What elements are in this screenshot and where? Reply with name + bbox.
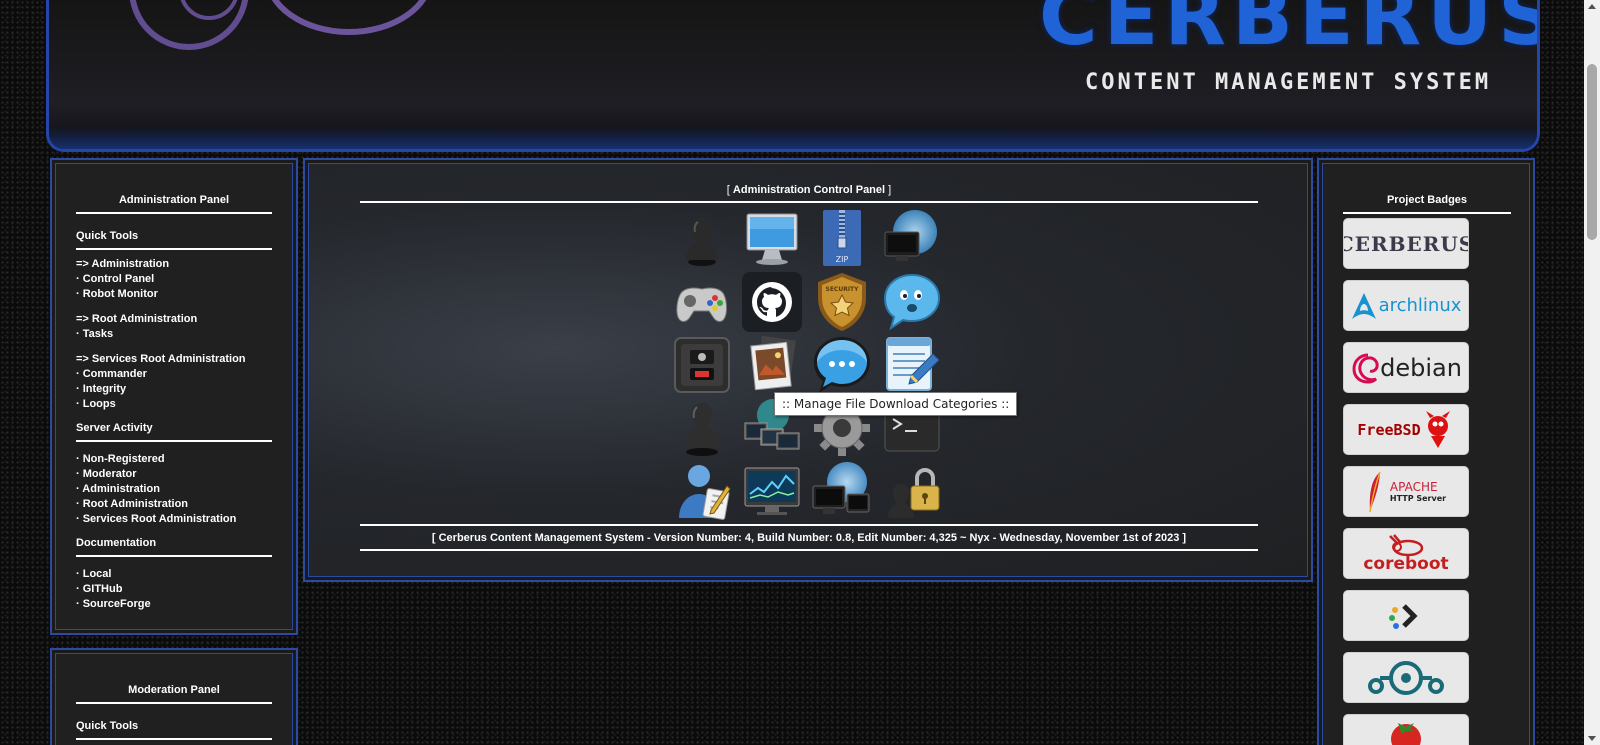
swirl-decoration bbox=[264, 0, 434, 35]
svg-text:SECURITY: SECURITY bbox=[826, 286, 860, 293]
tooltip: :: Manage File Download Categories :: bbox=[774, 392, 1018, 416]
github-icon[interactable] bbox=[741, 271, 803, 333]
scroll-up-arrow-icon[interactable] bbox=[1588, 4, 1596, 9]
badge-debian-label: debian bbox=[1380, 353, 1462, 382]
freebsd-daemon-icon bbox=[1425, 410, 1450, 448]
docs-link-local[interactable]: · Local bbox=[76, 567, 272, 582]
server-activity-heading: Server Activity bbox=[76, 422, 272, 442]
admin-link-services-root[interactable]: => Services Root Administration bbox=[76, 352, 272, 367]
notepad-icon[interactable] bbox=[881, 334, 943, 396]
lock-user-icon[interactable] bbox=[881, 460, 943, 522]
badge-archlinux-label: archlinux bbox=[1378, 295, 1462, 316]
project-badges-panel: Project Badges CERBERUS archlinux debian… bbox=[1317, 158, 1535, 745]
badge-apache-label: APACHE bbox=[1389, 479, 1438, 494]
user-silhouette-icon[interactable] bbox=[671, 397, 733, 459]
scroll-thumb[interactable] bbox=[1587, 64, 1597, 240]
badge-terminal[interactable] bbox=[1343, 590, 1469, 641]
tomato-icon bbox=[1391, 723, 1421, 745]
badge-apache[interactable]: APACHE HTTP Server bbox=[1343, 466, 1469, 517]
activity-link-root-administration[interactable]: · Root Administration bbox=[76, 497, 272, 512]
network-globe-icon[interactable] bbox=[881, 208, 943, 270]
moderation-panel: Moderation Panel Quick Tools bbox=[50, 648, 298, 745]
badge-lineageos[interactable] bbox=[1343, 652, 1469, 703]
arch-logo-icon bbox=[1351, 292, 1376, 319]
activity-link-services-root[interactable]: · Services Root Administration bbox=[76, 512, 272, 527]
badge-archlinux[interactable]: archlinux bbox=[1343, 280, 1469, 331]
power-switch-icon[interactable] bbox=[671, 334, 733, 396]
control-panel-footer: [ Cerberus Content Management System - V… bbox=[360, 524, 1258, 551]
debian-swirl-icon bbox=[1352, 353, 1379, 384]
documentation-heading: Documentation bbox=[76, 537, 272, 557]
admin-link-commander[interactable]: · Commander bbox=[76, 367, 272, 382]
docs-link-sourceforge[interactable]: · SourceForge bbox=[76, 597, 272, 612]
header-banner: CERBERUS CONTENT MANAGEMENT SYSTEM bbox=[46, 0, 1540, 152]
scroll-down-arrow-icon[interactable] bbox=[1588, 736, 1596, 741]
monitor-chart-icon[interactable] bbox=[741, 460, 803, 522]
banner-title: CERBERUS bbox=[1039, 0, 1540, 63]
zip-archive-icon[interactable]: ZIP bbox=[811, 208, 873, 270]
badge-coreboot[interactable]: coreboot bbox=[1343, 528, 1469, 579]
admin-icon-grid: ZIP SECURITY bbox=[671, 208, 947, 522]
project-badges-title: Project Badges bbox=[1343, 194, 1511, 214]
message-bubble-icon[interactable] bbox=[811, 334, 873, 396]
docs-link-github[interactable]: · GITHub bbox=[76, 582, 272, 597]
admin-link-administration[interactable]: => Administration bbox=[76, 257, 272, 272]
coreboot-rabbit-icon bbox=[1389, 533, 1424, 556]
admin-link-robot-monitor[interactable]: · Robot Monitor bbox=[76, 287, 272, 302]
monitor-icon[interactable] bbox=[741, 208, 803, 270]
photo-gallery-icon[interactable] bbox=[741, 334, 803, 396]
administration-panel: Administration Panel Quick Tools => Admi… bbox=[50, 158, 298, 635]
moderation-quick-tools-heading: Quick Tools bbox=[76, 720, 272, 740]
banner-subtitle: CONTENT MANAGEMENT SYSTEM bbox=[1085, 70, 1492, 95]
gamepad-icon[interactable] bbox=[671, 271, 733, 333]
badge-freebsd[interactable]: FreeBSD bbox=[1343, 404, 1469, 455]
badge-debian[interactable]: debian bbox=[1343, 342, 1469, 393]
activity-link-administration[interactable]: · Administration bbox=[76, 482, 272, 497]
user-edit-icon[interactable] bbox=[671, 460, 733, 522]
activity-link-moderator[interactable]: · Moderator bbox=[76, 467, 272, 482]
badge-freebsd-label: FreeBSD bbox=[1357, 420, 1421, 439]
administration-panel-title: Administration Panel bbox=[76, 194, 272, 214]
admin-link-integrity[interactable]: · Integrity bbox=[76, 382, 272, 397]
terminal-prompt-icon bbox=[1389, 603, 1418, 629]
security-badge-icon[interactable]: SECURITY bbox=[811, 271, 873, 333]
badge-coreboot-label: coreboot bbox=[1363, 553, 1449, 574]
globe-computer-icon[interactable] bbox=[811, 460, 873, 522]
moderation-panel-title: Moderation Panel bbox=[76, 684, 272, 704]
lineageos-logo-icon bbox=[1368, 660, 1444, 695]
vertical-scrollbar[interactable] bbox=[1584, 0, 1600, 745]
badge-cerberus-label: CERBERUS bbox=[1343, 231, 1469, 256]
activity-link-non-registered[interactable]: · Non-Registered bbox=[76, 452, 272, 467]
badge-apache-sublabel: HTTP Server bbox=[1389, 493, 1447, 503]
admin-link-loops[interactable]: · Loops bbox=[76, 397, 272, 412]
control-panel-title: [ Administration Control Panel ] bbox=[360, 184, 1258, 203]
chat-bubble-icon[interactable] bbox=[881, 271, 943, 333]
admin-link-tasks[interactable]: · Tasks bbox=[76, 327, 272, 342]
user-silhouette-icon[interactable] bbox=[671, 208, 733, 270]
badge-cerberus[interactable]: CERBERUS bbox=[1343, 218, 1469, 269]
admin-link-root-administration[interactable]: => Root Administration bbox=[76, 312, 272, 327]
svg-text:ZIP: ZIP bbox=[836, 255, 849, 264]
admin-link-control-panel[interactable]: · Control Panel bbox=[76, 272, 272, 287]
apache-feather-icon bbox=[1369, 471, 1381, 512]
badge-tomato[interactable] bbox=[1343, 714, 1469, 745]
quick-tools-heading: Quick Tools bbox=[76, 230, 272, 250]
control-panel: [ Administration Control Panel ] ZIP SEC… bbox=[303, 158, 1313, 582]
